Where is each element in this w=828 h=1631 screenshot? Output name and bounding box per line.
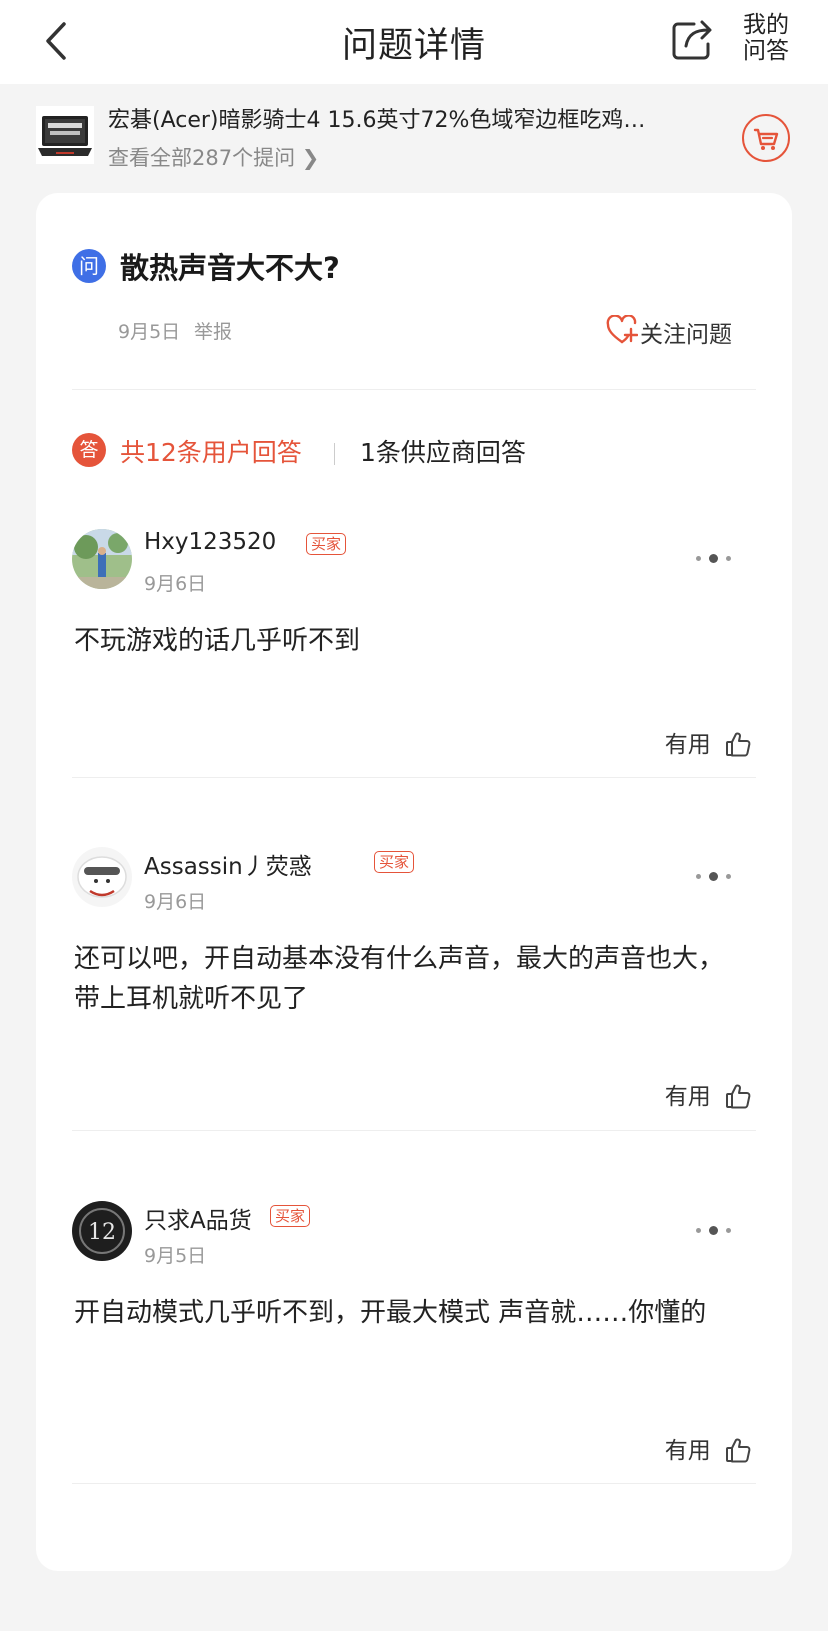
view-all-questions-link[interactable]: 查看全部287个提问 ❯ bbox=[108, 142, 319, 172]
answer-date: 9月6日 bbox=[144, 573, 207, 595]
top-bar: 问题详情 我的 问答 bbox=[0, 0, 828, 84]
useful-label: 有用 bbox=[664, 1438, 711, 1464]
answer-item: Assassin丿荧惑 买家 9月6日 还可以吧，开自动基本没有什么声音，最大的… bbox=[72, 847, 756, 1187]
tab-separator bbox=[334, 443, 335, 465]
tab-vendor-answers[interactable]: 1条供应商回答 bbox=[360, 433, 526, 469]
answer-content: 开自动模式几乎听不到，开最大模式 声音就……你懂的 bbox=[74, 1298, 707, 1328]
divider bbox=[72, 777, 756, 778]
more-dots-icon[interactable] bbox=[696, 1223, 736, 1239]
more-dots-icon[interactable] bbox=[696, 551, 736, 567]
useful-button[interactable]: 有用 bbox=[665, 1077, 752, 1111]
username[interactable]: Hxy123520 bbox=[144, 529, 276, 555]
useful-label: 有用 bbox=[664, 1084, 711, 1110]
buyer-badge: 买家 bbox=[306, 533, 347, 555]
question-title: 散热声音大不大? bbox=[120, 251, 340, 285]
my-qa-label-line1: 我的 bbox=[743, 12, 789, 38]
my-qa-button[interactable]: 我的 问答 bbox=[738, 12, 794, 64]
answer-content: 不玩游戏的话几乎听不到 bbox=[74, 626, 361, 656]
product-bar[interactable]: 宏碁(Acer)暗影骑士4 15.6英寸72%色域窄边框吃鸡… 查看全部287个… bbox=[0, 92, 828, 178]
tab-user-answers[interactable]: 共12条用户回答 bbox=[120, 433, 302, 469]
share-icon[interactable] bbox=[668, 16, 716, 64]
heart-plus-icon bbox=[606, 315, 638, 344]
answer-item: 12 只求A品货 买家 9月5日 开自动模式几乎听不到，开最大模式 声音就……你… bbox=[72, 1201, 756, 1541]
divider bbox=[72, 389, 756, 390]
answer-item: Hxy123520 买家 9月6日 不玩游戏的话几乎听不到 有用 bbox=[72, 529, 756, 869]
useful-button[interactable]: 有用 bbox=[665, 725, 752, 759]
avatar[interactable] bbox=[72, 847, 132, 907]
more-dots-icon[interactable] bbox=[696, 869, 736, 885]
divider bbox=[72, 1483, 756, 1484]
question-card: 问 散热声音大不大? 9月5日 举报 关注问题 答 共12条用户回答 1条供应商… bbox=[36, 193, 792, 1571]
thumb-up-icon bbox=[726, 1084, 751, 1109]
cart-icon bbox=[753, 128, 779, 150]
thumb-up-icon bbox=[726, 1438, 751, 1463]
avatar[interactable] bbox=[72, 529, 132, 589]
divider bbox=[72, 1130, 756, 1131]
follow-question-label: 关注问题 bbox=[640, 322, 732, 348]
answer-content: 还可以吧，开自动基本没有什么声音，最大的声音也大，带上耳机就听不见了 bbox=[74, 944, 725, 1014]
thumb-up-icon bbox=[726, 732, 751, 757]
report-link[interactable]: 举报 bbox=[194, 317, 232, 344]
answer-icon: 答 bbox=[72, 433, 106, 467]
buyer-badge: 买家 bbox=[270, 1205, 311, 1227]
username[interactable]: 只求A品货 bbox=[144, 1201, 252, 1235]
product-title[interactable]: 宏碁(Acer)暗影骑士4 15.6英寸72%色域窄边框吃鸡… bbox=[108, 102, 683, 134]
useful-button[interactable]: 有用 bbox=[665, 1431, 752, 1465]
answer-tabs: 答 共12条用户回答 1条供应商回答 bbox=[72, 429, 756, 473]
answer-date: 9月5日 bbox=[144, 1245, 207, 1267]
avatar[interactable]: 12 bbox=[72, 1201, 132, 1261]
cart-button[interactable] bbox=[742, 114, 790, 162]
question-date: 9月5日 bbox=[118, 321, 181, 343]
answer-date: 9月6日 bbox=[144, 891, 207, 913]
svg-text:12: 12 bbox=[88, 1220, 116, 1245]
username[interactable]: Assassin丿荧惑 bbox=[144, 847, 312, 881]
useful-label: 有用 bbox=[664, 732, 711, 758]
buyer-badge: 买家 bbox=[374, 851, 415, 873]
my-qa-label-line2: 问答 bbox=[743, 38, 789, 64]
question-icon: 问 bbox=[72, 249, 106, 283]
product-thumbnail bbox=[36, 106, 94, 164]
